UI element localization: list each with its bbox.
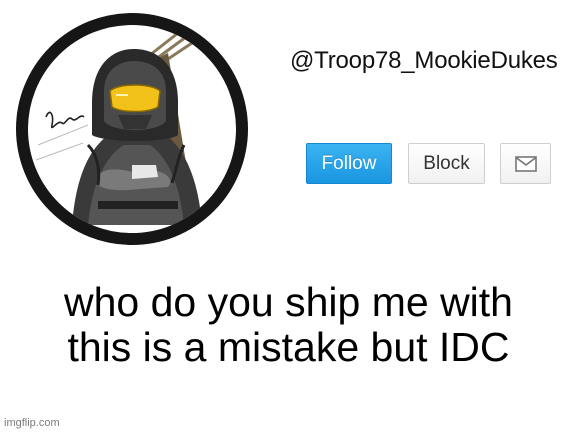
block-button[interactable]: Block [408,143,485,184]
follow-button[interactable]: Follow [306,143,392,184]
caption-line-2: this is a mistake but IDC [67,324,510,370]
caption-text: who do you ship me with this is a mistak… [0,280,577,370]
message-button[interactable] [500,143,551,184]
watermark: imgflip.com [4,417,60,429]
caption-line-1: who do you ship me with [64,279,513,325]
armored-soldier-avatar-icon [35,31,202,225]
profile-avatar[interactable] [16,13,248,245]
envelope-icon [514,155,537,172]
username-handle: @Troop78_MookieDukes [290,47,558,74]
